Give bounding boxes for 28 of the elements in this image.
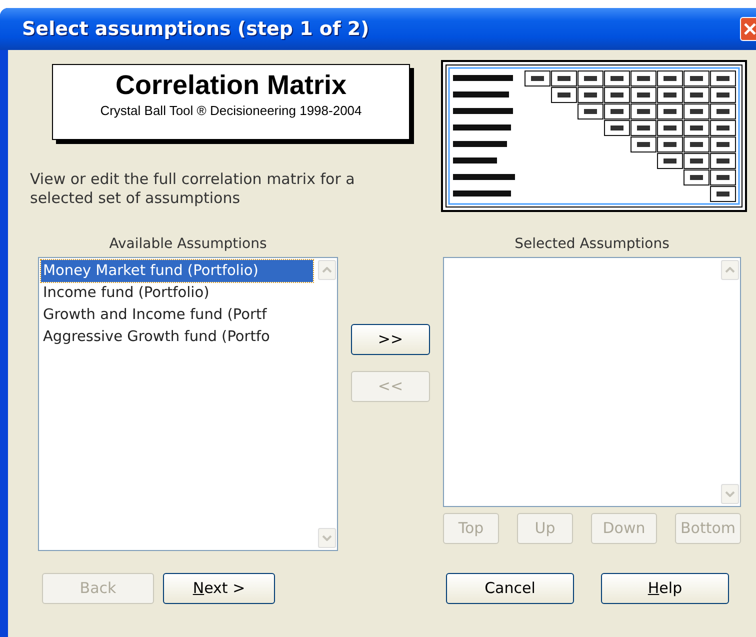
scrollbar[interactable] bbox=[720, 258, 740, 506]
description-text: View or edit the full correlation matrix for a selected set of assumptions bbox=[30, 170, 356, 208]
scroll-down-button[interactable] bbox=[318, 528, 336, 548]
list-item[interactable]: Income fund (Portfolio) bbox=[41, 282, 313, 304]
dialog-button[interactable]: Cancel bbox=[446, 573, 574, 604]
window-title: Select assumptions (step 1 of 2) bbox=[22, 16, 370, 42]
chevron-up-icon bbox=[725, 267, 735, 273]
chevron-down-icon bbox=[322, 535, 332, 541]
chevron-down-icon bbox=[725, 491, 735, 497]
selected-list[interactable] bbox=[443, 257, 741, 507]
nav-button[interactable]: Next > bbox=[163, 573, 275, 604]
list-item[interactable]: Growth and Income fund (Portf bbox=[41, 304, 313, 326]
chevron-up-icon bbox=[322, 267, 332, 273]
selected-label: Selected Assumptions bbox=[514, 235, 670, 254]
close-button[interactable] bbox=[740, 17, 756, 41]
scroll-down-button[interactable] bbox=[721, 484, 739, 504]
banner-subtitle: Crystal Ball Tool ® Decisioneering 1998-2004 bbox=[99, 102, 363, 120]
available-list[interactable]: Money Market fund (Portfolio) Income fund (Portfolio) Growth and Income fund (Portf Aggressive Growth fund (Portfo bbox=[38, 257, 338, 551]
scrollbar[interactable] bbox=[317, 258, 337, 550]
scroll-up-button[interactable] bbox=[318, 260, 336, 280]
list-item[interactable]: Money Market fund (Portfolio) bbox=[41, 260, 313, 282]
banner-title: Correlation Matrix bbox=[114, 69, 348, 102]
available-label: Available Assumptions bbox=[108, 235, 268, 254]
scroll-up-button[interactable] bbox=[721, 260, 739, 280]
dialog-button[interactable]: Help bbox=[601, 573, 729, 604]
transfer-button[interactable]: >> bbox=[351, 324, 430, 355]
close-icon bbox=[741, 21, 756, 37]
list-item[interactable]: Aggressive Growth fund (Portfo bbox=[41, 326, 313, 348]
